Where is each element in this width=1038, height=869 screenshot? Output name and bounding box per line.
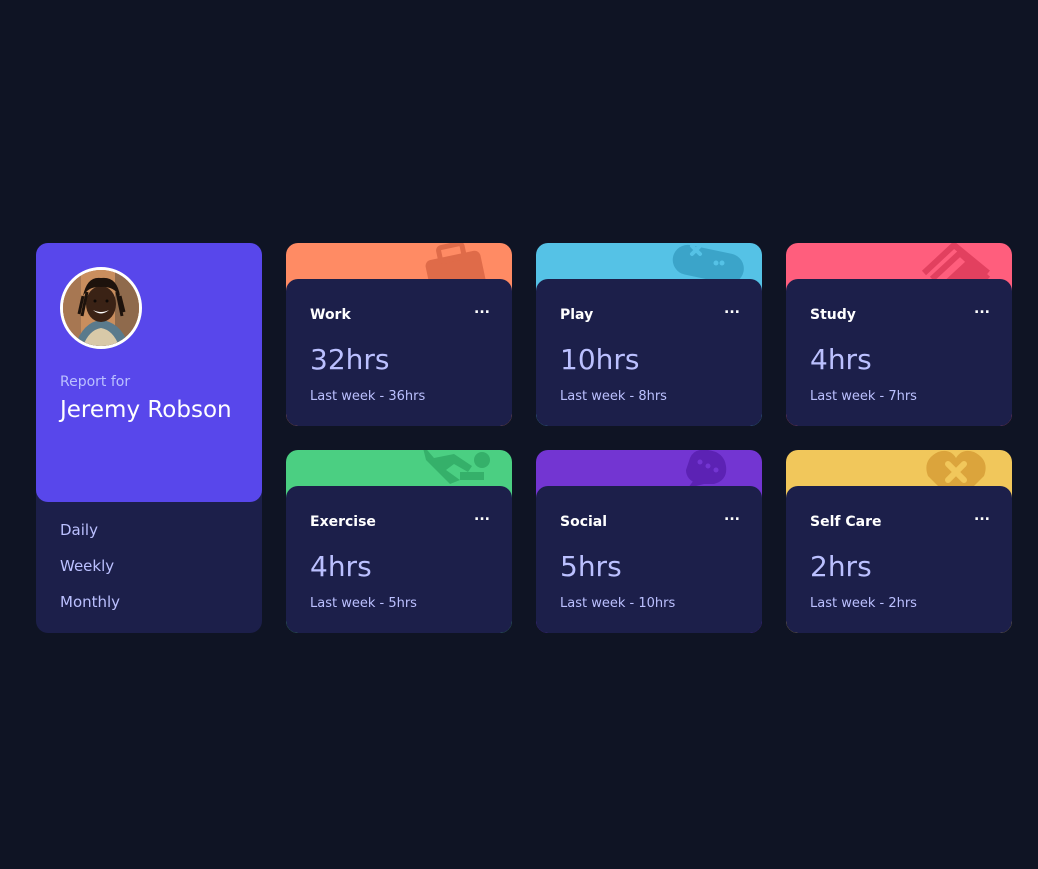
ellipsis-icon[interactable]: ... [474,301,490,317]
activity-title: Work [310,307,351,323]
activity-card-body[interactable]: Study ... 4hrs Last week - 7hrs [786,279,1012,426]
activity-card-body[interactable]: Play ... 10hrs Last week - 8hrs [536,279,762,426]
current-hours: 4hrs [310,550,372,583]
activity-card-body[interactable]: Work ... 32hrs Last week - 36hrs [286,279,512,426]
activity-card-play: Play ... 10hrs Last week - 8hrs [536,243,762,426]
avatar-image [63,270,139,346]
activity-card-self-care: Self Care ... 2hrs Last week - 2hrs [786,450,1012,633]
ellipsis-icon[interactable]: ... [724,508,740,524]
current-hours: 10hrs [560,343,640,376]
period-daily[interactable]: Daily [60,521,120,557]
time-tracking-dashboard: Report for Jeremy Robson Daily Weekly Mo… [36,243,1012,633]
activity-card-body[interactable]: Social ... 5hrs Last week - 10hrs [536,486,762,633]
activity-title: Exercise [310,514,376,530]
ellipsis-icon[interactable]: ... [974,301,990,317]
previous-hours: Last week - 7hrs [810,389,917,404]
ellipsis-icon[interactable]: ... [724,301,740,317]
activity-card-exercise: Exercise ... 4hrs Last week - 5hrs [286,450,512,633]
current-hours: 32hrs [310,343,390,376]
profile-card: Report for Jeremy Robson Daily Weekly Mo… [36,243,262,633]
ellipsis-icon[interactable]: ... [974,508,990,524]
activity-card-study: Study ... 4hrs Last week - 7hrs [786,243,1012,426]
period-monthly[interactable]: Monthly [60,593,120,629]
activity-card-social: Social ... 5hrs Last week - 10hrs [536,450,762,633]
avatar [60,267,142,349]
current-hours: 2hrs [810,550,872,583]
activity-card-body[interactable]: Exercise ... 4hrs Last week - 5hrs [286,486,512,633]
profile-header: Report for Jeremy Robson [36,243,262,502]
previous-hours: Last week - 10hrs [560,596,676,611]
period-selector: Daily Weekly Monthly [60,521,120,629]
current-hours: 4hrs [810,343,872,376]
ellipsis-icon[interactable]: ... [474,508,490,524]
user-name: Jeremy Robson [60,397,232,423]
activity-title: Self Care [810,514,882,530]
current-hours: 5hrs [560,550,622,583]
activity-title: Social [560,514,608,530]
report-for-label: Report for [60,374,131,390]
previous-hours: Last week - 8hrs [560,389,667,404]
activity-card-work: Work ... 32hrs Last week - 36hrs [286,243,512,426]
activity-title: Study [810,307,856,323]
period-weekly[interactable]: Weekly [60,557,120,593]
previous-hours: Last week - 2hrs [810,596,917,611]
previous-hours: Last week - 36hrs [310,389,426,404]
activity-title: Play [560,307,594,323]
previous-hours: Last week - 5hrs [310,596,417,611]
activity-card-body[interactable]: Self Care ... 2hrs Last week - 2hrs [786,486,1012,633]
